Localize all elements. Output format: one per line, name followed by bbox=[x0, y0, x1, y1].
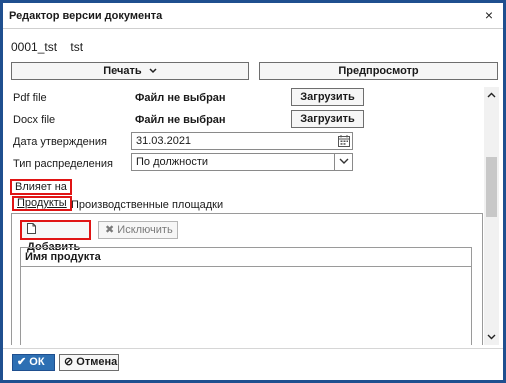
pdf-file-value: Файл не выбран bbox=[135, 92, 226, 104]
scrollbar-thumb[interactable] bbox=[486, 157, 497, 217]
docx-file-value: Файл не выбран bbox=[135, 114, 226, 126]
form-content: Pdf file Файл не выбран Загрузить Docx f… bbox=[9, 87, 485, 345]
close-icon: ✖ bbox=[105, 224, 115, 236]
close-button[interactable]: × bbox=[481, 7, 497, 23]
ok-button[interactable]: ✔ ОК bbox=[12, 354, 55, 371]
column-header-product-name[interactable]: Имя продукта bbox=[21, 248, 471, 267]
approval-date-input[interactable]: 31.03.2021 bbox=[131, 132, 353, 150]
ok-button-label: ОК bbox=[29, 356, 45, 368]
scroll-up-icon[interactable] bbox=[484, 89, 499, 103]
add-product-button[interactable]: Добавить bbox=[20, 220, 91, 253]
document-name: tst bbox=[70, 40, 84, 54]
vertical-scrollbar[interactable] bbox=[484, 87, 499, 345]
distribution-type-select[interactable]: По должности bbox=[131, 153, 353, 171]
docx-upload-button[interactable]: Загрузить bbox=[291, 110, 364, 128]
print-button[interactable]: Печать bbox=[11, 62, 249, 80]
approval-date-value: 31.03.2021 bbox=[136, 135, 192, 147]
scroll-down-icon[interactable] bbox=[484, 331, 499, 345]
check-icon: ✔ bbox=[17, 356, 27, 368]
cancel-icon: ⊘ bbox=[64, 356, 74, 368]
exclude-product-label: Исключить bbox=[117, 224, 173, 236]
dialog-titlebar: Редактор версии документа × bbox=[3, 3, 503, 29]
products-table: Имя продукта bbox=[20, 247, 472, 345]
preview-button[interactable]: Предпросмотр bbox=[259, 62, 498, 80]
calendar-icon[interactable] bbox=[337, 134, 351, 148]
tab-production-sites[interactable]: Производственные площадки bbox=[71, 199, 223, 211]
exclude-product-button[interactable]: ✖ Исключить bbox=[98, 221, 178, 239]
distribution-type-value: По должности bbox=[136, 156, 209, 168]
docx-file-label: Docx file bbox=[13, 114, 56, 126]
pdf-file-label: Pdf file bbox=[13, 92, 47, 104]
products-panel: Добавить ✖ Исключить Имя продукта bbox=[11, 213, 483, 345]
footer-divider bbox=[3, 348, 503, 349]
print-button-label: Печать bbox=[103, 65, 142, 77]
document-header: 0001_tst tst bbox=[11, 40, 93, 54]
dialog-title: Редактор версии документа bbox=[9, 10, 163, 22]
approval-date-label: Дата утверждения bbox=[13, 136, 107, 148]
pdf-upload-button[interactable]: Загрузить bbox=[291, 88, 364, 106]
distribution-type-label: Тип распределения bbox=[13, 158, 113, 170]
chevron-down-icon bbox=[334, 154, 352, 170]
tab-products[interactable]: Продукты bbox=[12, 196, 72, 211]
document-version-editor-dialog: Редактор версии документа × 0001_tst tst… bbox=[0, 0, 506, 383]
document-code: 0001_tst bbox=[11, 40, 58, 54]
chevron-down-icon bbox=[149, 63, 157, 79]
affects-label: Влияет на bbox=[10, 179, 72, 195]
cancel-button[interactable]: ⊘ Отмена bbox=[59, 354, 119, 371]
cancel-button-label: Отмена bbox=[76, 356, 118, 368]
new-document-icon bbox=[27, 223, 36, 239]
